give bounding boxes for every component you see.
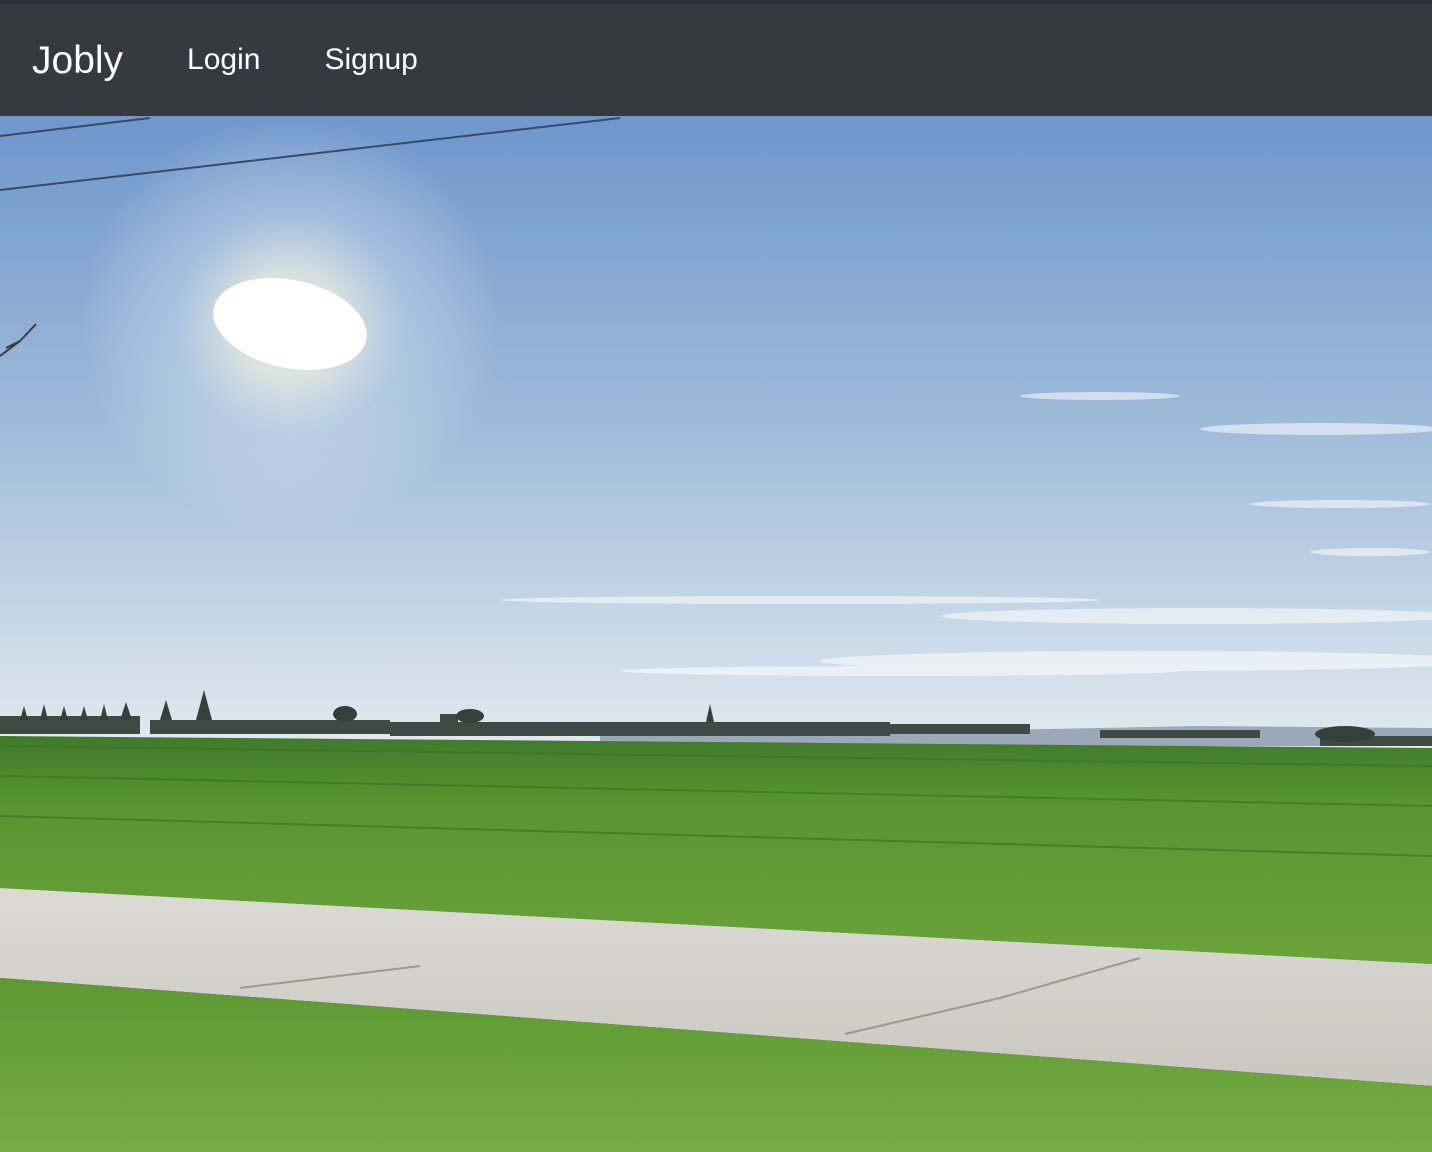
brand-link[interactable]: Jobly	[32, 41, 123, 80]
top-navbar: Jobly Login Signup	[0, 4, 1432, 116]
landscape-photo	[0, 116, 1432, 1152]
hero-background-image	[0, 116, 1432, 1152]
login-link[interactable]: Login	[187, 45, 260, 75]
signup-link[interactable]: Signup	[324, 45, 417, 75]
